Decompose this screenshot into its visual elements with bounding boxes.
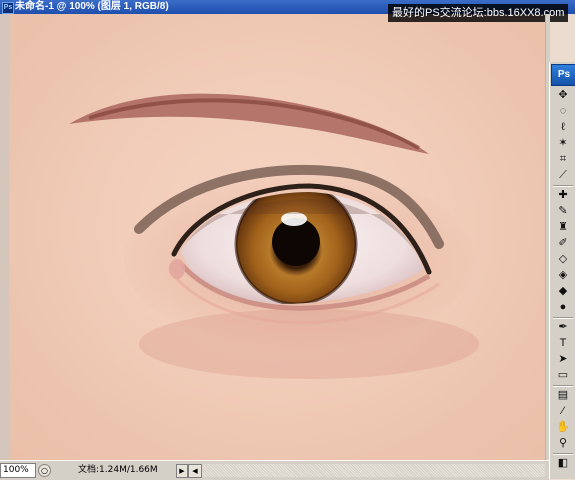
navigator-icon[interactable]: ○ <box>38 464 51 477</box>
slice-tool-icon[interactable]: ⟋ <box>555 168 571 182</box>
photoshop-logo[interactable]: Ps <box>551 64 575 86</box>
path-selection-tool-icon[interactable]: ➤ <box>555 352 571 366</box>
document-size-info: 文档:1.24M/1.66M <box>78 465 158 475</box>
shape-tool-icon[interactable]: ▭ <box>555 368 571 382</box>
toolbox-separator <box>553 453 573 455</box>
toolbox-separator <box>553 385 573 387</box>
magic-wand-tool-icon[interactable]: ✶ <box>555 136 571 150</box>
document-title: 未命名-1 @ 100% (图层 1, RGB/8) <box>15 1 169 12</box>
zoom-level-field[interactable]: 100% <box>0 463 36 478</box>
forum-watermark: 最好的PS交流论坛:bbs.16XX8.com <box>388 4 569 22</box>
paint-bucket-tool-icon[interactable]: ◈ <box>555 268 571 282</box>
eraser-tool-icon[interactable]: ◇ <box>555 252 571 266</box>
clone-stamp-tool-icon[interactable]: ♜ <box>555 220 571 234</box>
horizontal-scrollbar-track[interactable] <box>202 464 545 477</box>
toolbox-separator <box>553 185 573 187</box>
canvas-left-border <box>0 14 9 460</box>
pen-tool-icon[interactable]: ✒ <box>555 320 571 334</box>
crop-tool-icon[interactable]: ⌗ <box>555 152 571 166</box>
document-canvas[interactable] <box>9 14 545 460</box>
brush-tool-icon[interactable]: ✎ <box>555 204 571 218</box>
scroll-left-arrow-icon[interactable]: ◀ <box>188 464 202 478</box>
zoom-tool-icon[interactable]: ⚲ <box>555 436 571 450</box>
history-brush-tool-icon[interactable]: ✐ <box>555 236 571 250</box>
marquee-tool-icon[interactable]: ◌ <box>555 104 571 118</box>
notes-tool-icon[interactable]: ▤ <box>555 388 571 402</box>
move-tool-icon[interactable]: ✥ <box>555 88 571 102</box>
dodge-tool-icon[interactable]: ● <box>555 300 571 314</box>
eyedropper-tool-icon[interactable]: ⁄ <box>555 404 571 418</box>
lasso-tool-icon[interactable]: ℓ <box>555 120 571 134</box>
photoshop-doc-icon: Ps <box>2 2 14 14</box>
toolbox-separator <box>553 317 573 319</box>
tools-palette: Ps ✥ ◌ ℓ ✶ ⌗ ⟋ ✚ ✎ ♜ ✐ ◇ ◈ ◆ ● ✒ T ➤ ▭ ▤ ⁄ ✋ ⚲ ◧ <box>549 62 575 479</box>
status-bar: 100% ○ 文档:1.24M/1.66M ▶ ◀ <box>0 460 549 480</box>
painted-eye-artwork <box>69 93 479 379</box>
healing-brush-tool-icon[interactable]: ✚ <box>555 188 571 202</box>
status-menu-arrow-icon[interactable]: ▶ <box>176 464 188 478</box>
color-swatches-icon[interactable]: ◧ <box>555 456 571 470</box>
hand-tool-icon[interactable]: ✋ <box>555 420 571 434</box>
type-tool-icon[interactable]: T <box>555 336 571 350</box>
blur-tool-icon[interactable]: ◆ <box>555 284 571 298</box>
